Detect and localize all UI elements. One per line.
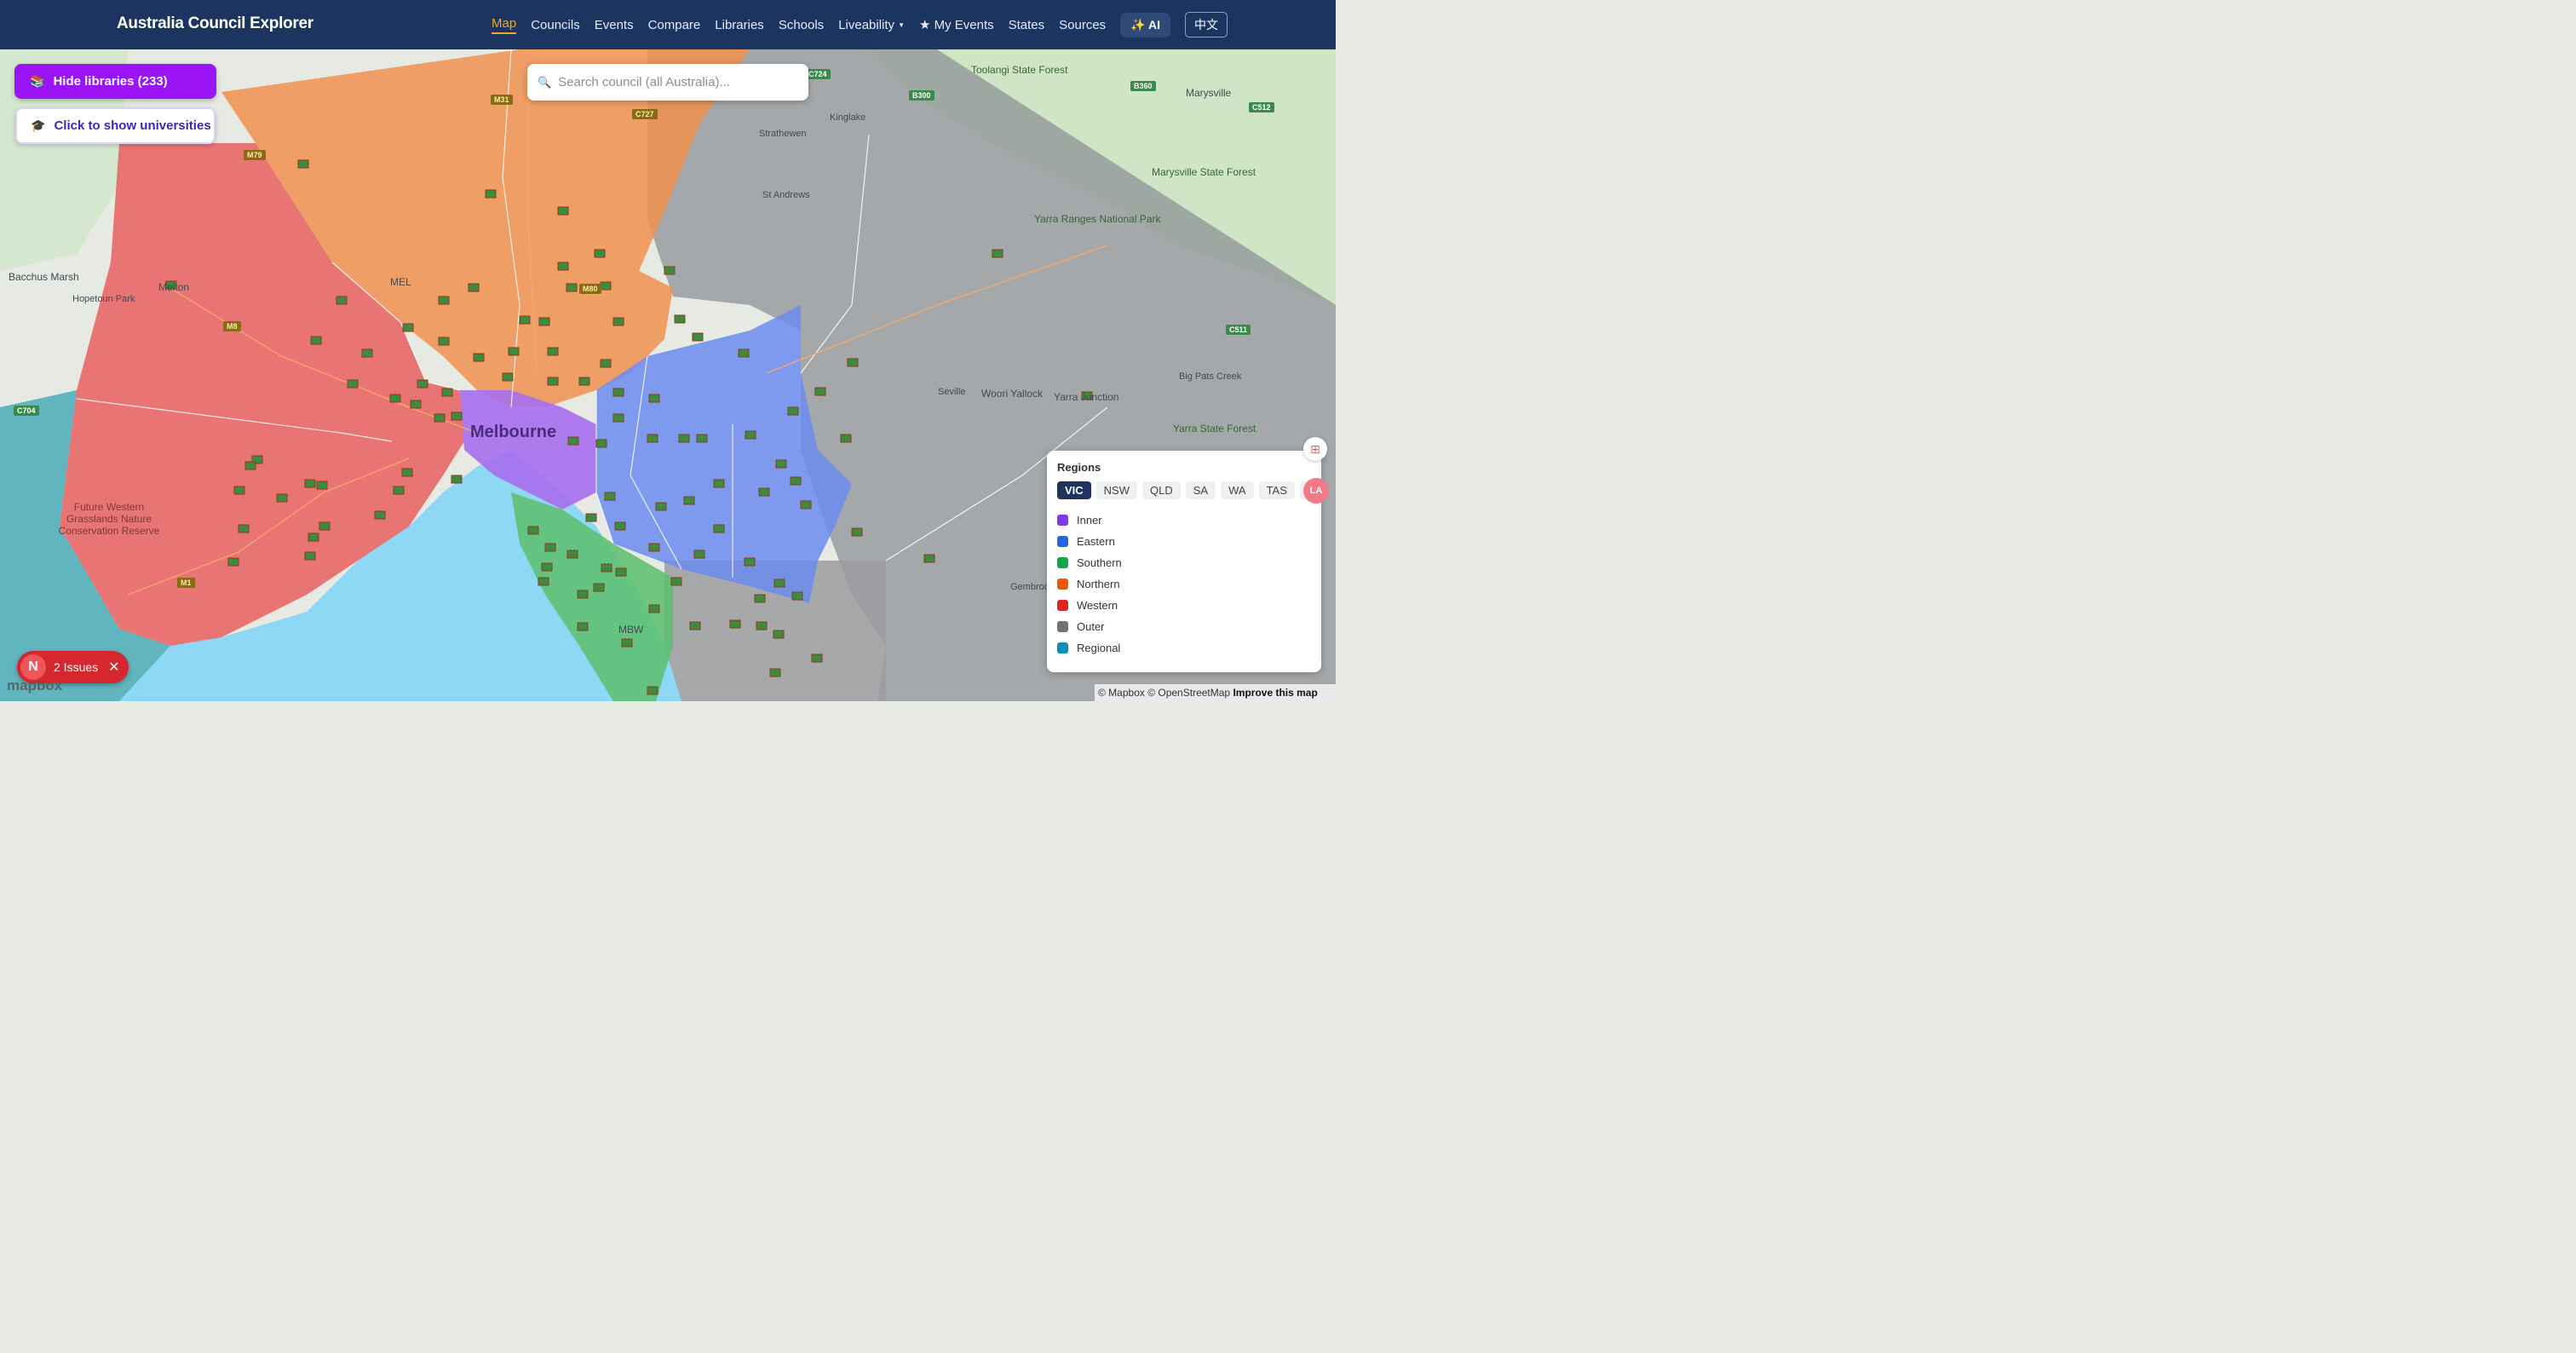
place-label: Woori Yallock	[981, 388, 1044, 400]
legend-item-label: Inner	[1077, 514, 1102, 527]
place-label: Yarra Ranges National Park	[1034, 213, 1161, 225]
legend-item-northern[interactable]: Northern	[1057, 573, 1311, 595]
place-label: Marysville	[1186, 87, 1232, 99]
road-shield: C512	[1249, 102, 1274, 112]
legend-item-outer[interactable]: Outer	[1057, 616, 1311, 637]
nav-map[interactable]: Map	[492, 16, 517, 34]
place-label-melbourne: Melbourne	[470, 423, 557, 441]
nav-my-events[interactable]: ★ My Events	[919, 17, 994, 32]
state-tab-wa[interactable]: WA	[1221, 481, 1254, 499]
place-label: Future Western Grasslands Nature Conserv…	[58, 501, 160, 537]
color-swatch	[1057, 600, 1068, 611]
nav-compare[interactable]: Compare	[648, 18, 701, 32]
state-tab-sa[interactable]: SA	[1185, 481, 1216, 499]
state-tab-nsw[interactable]: NSW	[1095, 481, 1138, 499]
legend-item-regional[interactable]: Regional	[1057, 637, 1311, 659]
mapbox-logo[interactable]: mapbox	[7, 677, 62, 694]
color-swatch	[1057, 642, 1068, 653]
map-attribution: © Mapbox © OpenStreetMap Improve this ma…	[1095, 684, 1336, 701]
road-shield: M31	[491, 95, 513, 105]
app-title[interactable]: Australia Council Explorer	[117, 14, 313, 33]
top-navbar: Australia Council Explorer Map Councils …	[0, 0, 1336, 49]
legend-item-label: Northern	[1077, 578, 1120, 590]
place-label: Hopetoun Park	[72, 294, 135, 304]
legend-title: Regions	[1057, 461, 1101, 474]
place-label: Marysville State Forest	[1152, 166, 1256, 178]
place-label: Bacchus Marsh	[9, 271, 79, 283]
nav-schools[interactable]: Schools	[779, 18, 824, 32]
road-shield: C704	[14, 406, 39, 416]
main-nav: Map Councils Events Compare Libraries Sc…	[492, 0, 1228, 49]
chevron-down-icon: ▼	[898, 21, 905, 30]
road-shield: M79	[244, 150, 266, 160]
search-input[interactable]	[558, 75, 797, 89]
road-shield: B300	[909, 90, 934, 101]
nav-states[interactable]: States	[1009, 18, 1045, 32]
toggle-universities-button[interactable]: 🎓 Click to show universities	[15, 107, 216, 144]
place-label: MBW	[618, 624, 644, 636]
close-icon[interactable]: ✕	[108, 659, 119, 676]
regions-legend: Regions VIC NSW QLD SA WA TAS NT Inner E…	[1047, 451, 1321, 672]
legend-item-label: Eastern	[1077, 535, 1115, 548]
language-toggle-button[interactable]: 中文	[1185, 12, 1228, 37]
legend-item-label: Outer	[1077, 620, 1105, 633]
color-swatch	[1057, 557, 1068, 568]
books-icon: 📚	[30, 74, 45, 88]
state-tab-vic[interactable]: VIC	[1057, 481, 1091, 499]
ai-button[interactable]: ✨ AI	[1120, 12, 1170, 37]
state-tabs: VIC NSW QLD SA WA TAS NT	[1057, 481, 1321, 499]
color-swatch	[1057, 621, 1068, 632]
toggle-universities-label: Click to show universities	[54, 118, 211, 133]
legend-item-eastern[interactable]: Eastern	[1057, 531, 1311, 552]
issues-n-icon: N	[20, 654, 46, 680]
legend-item-label: Western	[1077, 599, 1118, 612]
legend-item-label: Regional	[1077, 642, 1121, 654]
nav-liveability[interactable]: Liveability ▼	[838, 18, 905, 32]
search-icon: 🔍	[538, 75, 552, 89]
nav-sources[interactable]: Sources	[1059, 18, 1106, 32]
legend-item-label: Southern	[1077, 556, 1122, 569]
apps-grid-icon[interactable]: ⊞	[1303, 437, 1327, 461]
road-shield: C727	[632, 109, 658, 119]
place-label: Melton	[158, 281, 190, 293]
road-shield: M8	[223, 321, 241, 331]
issues-label: 2 Issues	[54, 660, 99, 674]
state-tab-qld[interactable]: QLD	[1142, 481, 1181, 499]
nav-councils[interactable]: Councils	[531, 18, 580, 32]
place-label: Yarra Junction	[1054, 391, 1119, 403]
color-swatch	[1057, 536, 1068, 547]
graduation-cap-icon: 🎓	[31, 118, 46, 132]
color-swatch	[1057, 579, 1068, 590]
place-label: Toolangi State Forest	[971, 64, 1068, 76]
legend-item-western[interactable]: Western	[1057, 595, 1311, 616]
avatar[interactable]: LA	[1303, 478, 1329, 504]
nav-events[interactable]: Events	[595, 18, 634, 32]
toggle-libraries-label: Hide libraries (233)	[53, 74, 168, 89]
road-shield: M1	[177, 578, 195, 588]
road-shield: C511	[1226, 325, 1251, 335]
legend-item-inner[interactable]: Inner	[1057, 510, 1311, 531]
place-label: Strathewen	[759, 129, 807, 139]
place-label: Yarra State Forest	[1173, 423, 1256, 435]
search-box[interactable]: 🔍	[527, 64, 808, 101]
improve-map-link[interactable]: Improve this map	[1233, 687, 1317, 699]
nav-liveability-label: Liveability	[838, 17, 895, 32]
place-label: Kinglake	[830, 112, 866, 123]
road-shield: C724	[805, 69, 831, 79]
color-swatch	[1057, 515, 1068, 526]
place-label: MEL	[390, 276, 411, 288]
nav-libraries[interactable]: Libraries	[715, 18, 764, 32]
road-shield: M80	[579, 284, 601, 294]
place-label: Big Pats Creek	[1179, 371, 1242, 382]
legend-item-southern[interactable]: Southern	[1057, 552, 1311, 573]
place-label: Seville	[938, 387, 966, 397]
attribution-text[interactable]: © Mapbox © OpenStreetMap	[1098, 687, 1230, 699]
road-shield: B360	[1130, 81, 1156, 91]
toggle-libraries-button[interactable]: 📚 Hide libraries (233)	[14, 64, 216, 99]
state-tab-tas[interactable]: TAS	[1258, 481, 1295, 499]
place-label: St Andrews	[762, 190, 810, 200]
